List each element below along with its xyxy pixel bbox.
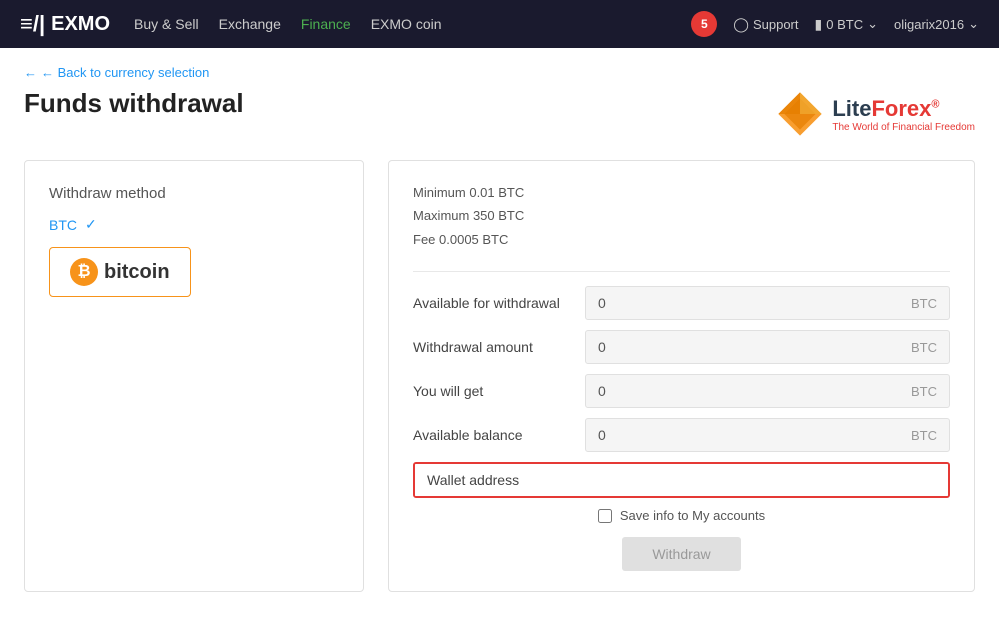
divider xyxy=(413,271,950,272)
save-info-label: Save info to My accounts xyxy=(620,508,765,523)
wallet-chevron-icon: ⌄ xyxy=(867,16,878,32)
max-info: Maximum 350 BTC xyxy=(413,204,950,227)
support-button[interactable]: ◯ Support xyxy=(733,16,798,33)
wallet-address-label: Wallet address xyxy=(415,464,573,496)
header: ≡/| EXMO Buy & Sell Exchange Finance EXM… xyxy=(0,0,999,48)
save-info-row: Save info to My accounts xyxy=(413,508,950,523)
available-withdrawal-field: 0 BTC xyxy=(585,286,950,320)
you-will-get-field: 0 BTC xyxy=(585,374,950,408)
user-chevron-icon: ⌄ xyxy=(968,16,979,32)
wallet-icon: ▮ xyxy=(815,16,823,33)
fee-info: Fee 0.0005 BTC xyxy=(413,228,950,251)
min-info: Minimum 0.01 BTC xyxy=(413,181,950,204)
available-withdrawal-value: 0 xyxy=(598,295,606,311)
save-info-checkbox[interactable] xyxy=(598,509,612,523)
liteforex-diamond-icon xyxy=(774,88,826,140)
liteforex-text: LiteForex® The World of Financial Freedo… xyxy=(832,96,975,133)
logo-text: EXMO xyxy=(51,13,110,36)
right-panel: Minimum 0.01 BTC Maximum 350 BTC Fee 0.0… xyxy=(388,160,975,592)
main-nav: Buy & Sell Exchange Finance EXMO coin xyxy=(134,16,667,32)
logo[interactable]: ≡/| EXMO xyxy=(20,11,110,37)
back-link[interactable]: ← ← Back to currency selection xyxy=(24,65,209,80)
wallet-address-input[interactable] xyxy=(585,464,948,496)
wallet-address-row: Wallet address xyxy=(413,462,950,498)
notification-badge[interactable]: 5 xyxy=(691,11,717,37)
nav-exchange[interactable]: Exchange xyxy=(219,16,281,32)
method-name: BTC xyxy=(49,217,77,233)
available-balance-label: Available balance xyxy=(413,427,573,443)
checkmark-icon: ✓ xyxy=(85,216,97,233)
back-arrow-icon: ← xyxy=(24,65,37,80)
available-withdrawal-unit: BTC xyxy=(911,296,937,311)
withdraw-button[interactable]: Withdraw xyxy=(622,537,740,571)
nav-exmo-coin[interactable]: EXMO coin xyxy=(371,16,442,32)
withdrawal-amount-unit: BTC xyxy=(911,340,937,355)
panels: Withdraw method BTC ✓ ₿ bitcoin Minimum … xyxy=(24,160,975,592)
you-will-get-value: 0 xyxy=(598,383,606,399)
you-will-get-row: You will get 0 BTC xyxy=(413,374,950,408)
left-panel: Withdraw method BTC ✓ ₿ bitcoin xyxy=(24,160,364,592)
liteforex-logo[interactable]: LiteForex® The World of Financial Freedo… xyxy=(774,88,975,140)
available-balance-row: Available balance 0 BTC xyxy=(413,418,950,452)
bitcoin-label: bitcoin xyxy=(104,261,170,284)
wallet-button[interactable]: ▮ 0 BTC ⌄ xyxy=(815,16,878,33)
bitcoin-icon: ₿ xyxy=(70,258,98,286)
bitcoin-button[interactable]: ₿ bitcoin xyxy=(49,247,191,297)
page-header: Funds withdrawal LiteForex® The World of… xyxy=(24,88,975,140)
method-select: BTC ✓ xyxy=(49,216,339,233)
available-balance-unit: BTC xyxy=(911,428,937,443)
you-will-get-unit: BTC xyxy=(911,384,937,399)
logo-icon: ≡/| xyxy=(20,11,45,37)
available-balance-value: 0 xyxy=(598,427,606,443)
header-right: 5 ◯ Support ▮ 0 BTC ⌄ oligarix2016 ⌄ xyxy=(691,11,979,37)
support-icon: ◯ xyxy=(733,16,749,33)
nav-finance[interactable]: Finance xyxy=(301,16,351,32)
available-withdrawal-row: Available for withdrawal 0 BTC xyxy=(413,286,950,320)
withdraw-method-label: Withdraw method xyxy=(49,185,339,202)
page-title: Funds withdrawal xyxy=(24,88,244,119)
withdrawal-amount-label: Withdrawal amount xyxy=(413,339,573,355)
nav-buy-sell[interactable]: Buy & Sell xyxy=(134,16,199,32)
withdrawal-amount-field[interactable]: 0 BTC xyxy=(585,330,950,364)
page-wrapper: ← ← Back to currency selection Funds wit… xyxy=(0,48,999,632)
user-menu[interactable]: oligarix2016 ⌄ xyxy=(894,16,979,32)
info-block: Minimum 0.01 BTC Maximum 350 BTC Fee 0.0… xyxy=(413,181,950,251)
available-withdrawal-label: Available for withdrawal xyxy=(413,295,573,311)
withdrawal-amount-row: Withdrawal amount 0 BTC xyxy=(413,330,950,364)
withdrawal-amount-value: 0 xyxy=(598,339,606,355)
available-balance-field: 0 BTC xyxy=(585,418,950,452)
you-will-get-label: You will get xyxy=(413,383,573,399)
